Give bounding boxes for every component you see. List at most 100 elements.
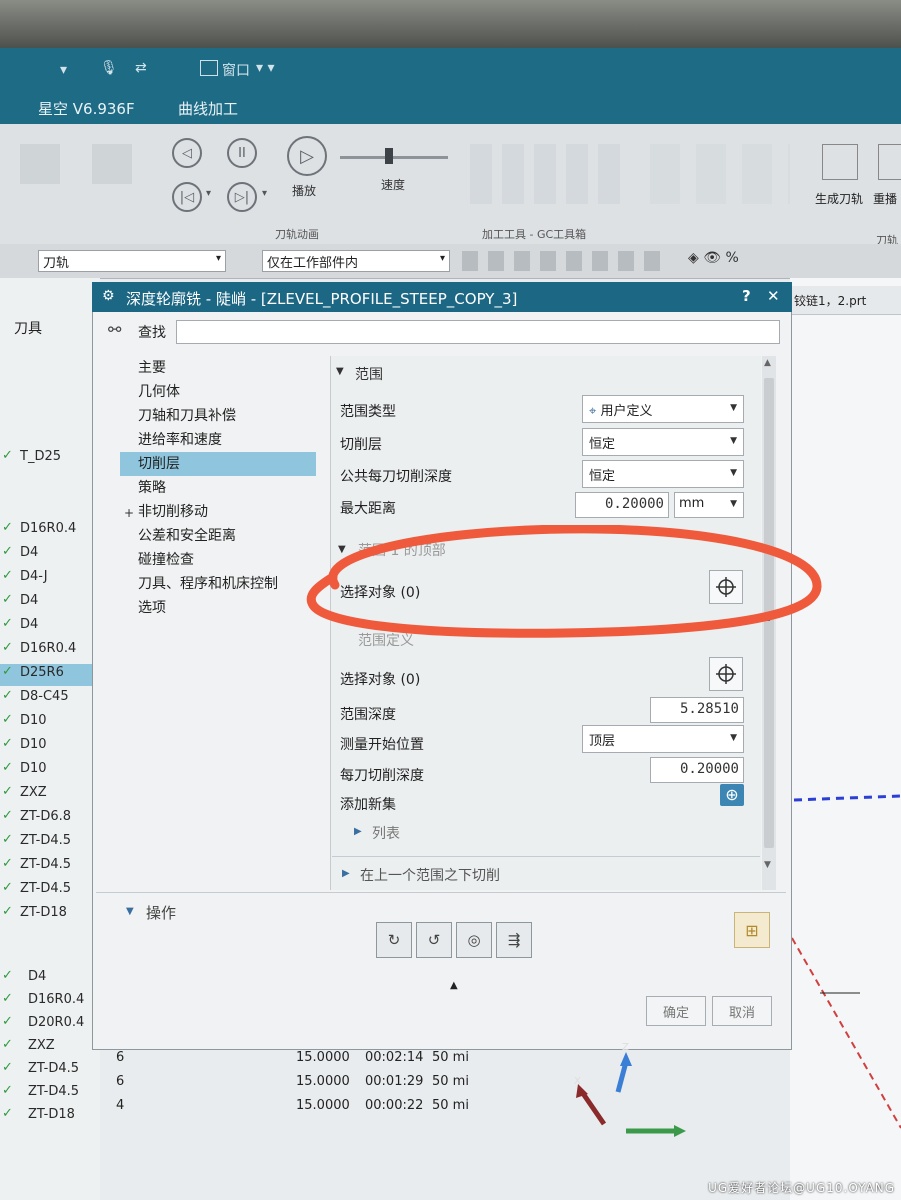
close-icon[interactable]: ✕ xyxy=(767,287,780,305)
dropdown-arrow-icon[interactable]: ▾ xyxy=(206,188,211,199)
tool-list-item[interactable]: ✓ ZT-D18 xyxy=(0,1106,100,1128)
mic-icon[interactable]: 🎙 xyxy=(100,60,118,76)
menu-arrow-icon[interactable]: ▾ xyxy=(60,62,67,78)
unit-select[interactable]: mm ▼ xyxy=(674,492,744,518)
tree-item[interactable]: 几何体 xyxy=(120,380,316,404)
tool-column-header[interactable]: 刀具 xyxy=(14,318,42,338)
tool-list-item[interactable]: ✓ D4-J xyxy=(0,568,100,590)
tool-list-item[interactable]: ✓ D10 xyxy=(0,760,100,782)
tab-curve-machining[interactable]: 曲线加工 xyxy=(178,98,238,119)
cut-levels-select[interactable]: 恒定 ▼ xyxy=(582,428,744,456)
tool-list-item[interactable]: ✓ D10 xyxy=(0,736,100,758)
generate-toolpath-icon[interactable] xyxy=(822,144,858,180)
play-icon[interactable]: ▷ xyxy=(287,136,327,176)
dialog-title-bar[interactable]: ⚙ 深度轮廓铣 - 陡峭 - [ZLEVEL_PROFILE_STEEP_COP… xyxy=(92,282,792,312)
replay-icon[interactable] xyxy=(878,144,901,180)
range-depth-input[interactable]: 5.28510 xyxy=(650,697,744,723)
expand-icon[interactable]: ▶ xyxy=(354,826,362,837)
section-range[interactable]: 范围 xyxy=(355,364,383,384)
measure-start-select[interactable]: 顶层 ▼ xyxy=(582,725,744,753)
tool-list-item[interactable]: ✓ D10 xyxy=(0,712,100,734)
scroll-down-icon[interactable]: ▼ xyxy=(764,860,771,870)
filter-combo[interactable]: 刀轨 ▾ xyxy=(38,250,226,272)
dropdown-arrow-icon[interactable]: ▾ xyxy=(262,188,267,199)
tool-list-item[interactable]: ✓ D4 xyxy=(0,592,100,614)
help-icon[interactable]: ? xyxy=(742,287,751,305)
tool-list-item[interactable]: ✓ ZT-D4.5 xyxy=(0,1083,100,1105)
speed-slider-track[interactable] xyxy=(340,156,448,159)
expand-icon[interactable]: ▶ xyxy=(342,868,350,879)
tool-list-item[interactable]: ✓ D16R0.4 xyxy=(0,991,100,1013)
tool-list-item[interactable]: ✓ T_D25 xyxy=(0,448,100,470)
add-set-icon[interactable]: ⊕ xyxy=(720,784,744,806)
tool-list-item[interactable]: ✓ ZT-D4.5 xyxy=(0,832,100,854)
dropdown-arrow-icon[interactable]: ▾ ▾ xyxy=(256,60,275,76)
app-title[interactable]: 星空 V6.936F xyxy=(38,98,135,119)
touch-icon[interactable]: ⇄ xyxy=(135,60,147,76)
tree-item[interactable]: 进给率和速度 xyxy=(120,428,316,452)
tool-list-item[interactable]: ✓ D16R0.4 xyxy=(0,520,100,542)
cut-below-previous-range[interactable]: 在上一个范围之下切削 xyxy=(360,865,500,885)
ribbon-tool-icon[interactable] xyxy=(20,144,60,184)
replay-label[interactable]: 重播 xyxy=(873,190,897,207)
cancel-button[interactable]: 取消 xyxy=(712,996,772,1026)
window-menu[interactable]: 窗口 xyxy=(222,60,250,80)
tool-list-item[interactable]: ✓ D4 xyxy=(0,616,100,638)
crosshair-icon[interactable] xyxy=(709,657,743,691)
list-output-icon[interactable]: ⇶ xyxy=(496,922,532,958)
tool-list-item[interactable]: ✓ ZXZ xyxy=(0,1037,100,1059)
collapse-icon[interactable]: ▼ xyxy=(336,366,344,377)
tool-list-item[interactable]: ✓ D20R0.4 xyxy=(0,1014,100,1036)
add-operation-icon[interactable]: ⊞ xyxy=(734,912,770,948)
tree-item[interactable]: 切削层 xyxy=(120,452,316,476)
tree-item[interactable]: 非切削移动 xyxy=(120,500,316,524)
mcs-icon[interactable]: ◈ 👁 % xyxy=(688,250,739,266)
tool-list-item[interactable]: ✓ D16R0.4 xyxy=(0,640,100,662)
table-row[interactable]: 6 15.0000 00:02:14 50 mi xyxy=(110,1050,470,1072)
tool-list-item[interactable]: ✓ D4 xyxy=(0,968,100,990)
range-type-select[interactable]: ⌖ 用户定义 ▼ xyxy=(582,395,744,423)
scope-combo[interactable]: 仅在工作部件内 ▾ xyxy=(262,250,450,272)
table-row[interactable]: 4 15.0000 00:00:22 50 mi xyxy=(110,1098,470,1120)
prev-frame-icon[interactable]: ◁ xyxy=(172,138,202,168)
tree-item[interactable]: 碰撞检查 xyxy=(120,548,316,572)
first-frame-icon[interactable]: |◁ xyxy=(172,182,202,212)
tool-list-item[interactable]: ✓ ZT-D18 xyxy=(0,904,100,926)
collapse-up-icon[interactable]: ▲ xyxy=(450,980,458,991)
tree-item[interactable]: 刀轴和刀具补偿 xyxy=(120,404,316,428)
ok-button[interactable]: 确定 xyxy=(646,996,706,1026)
selection-icons[interactable] xyxy=(462,251,662,271)
common-depth-select[interactable]: 恒定 ▼ xyxy=(582,460,744,488)
operations-label[interactable]: 操作 xyxy=(146,902,176,923)
generate-toolpath-label[interactable]: 生成刀轨 xyxy=(815,190,863,207)
tool-list-item[interactable]: ✓ D8-C45 xyxy=(0,688,100,710)
graphics-area[interactable]: 铰链1，2.prt xyxy=(790,278,901,1200)
list-label[interactable]: 列表 xyxy=(372,823,400,843)
tool-list-item[interactable]: ✓ ZT-D4.5 xyxy=(0,1060,100,1082)
tool-list-item[interactable]: ✓ ZT-D4.5 xyxy=(0,880,100,902)
max-distance-input[interactable]: 0.20000 xyxy=(575,492,669,518)
tree-item[interactable]: 刀具、程序和机床控制 xyxy=(120,572,316,596)
tree-item[interactable]: 公差和安全距离 xyxy=(120,524,316,548)
expand-plus-icon[interactable]: + xyxy=(124,506,134,520)
verify-icon[interactable]: ◎ xyxy=(456,922,492,958)
gc-tools-icons[interactable] xyxy=(470,144,620,204)
collapse-icon[interactable]: ▼ xyxy=(126,906,134,917)
tool-list-item[interactable]: ✓ ZT-D4.5 xyxy=(0,856,100,878)
play-label[interactable]: 播放 xyxy=(292,182,316,199)
tree-item[interactable]: 策略 xyxy=(120,476,316,500)
tree-item[interactable]: 主要 xyxy=(120,356,316,380)
tree-item[interactable]: 选项 xyxy=(120,596,316,620)
tool-list-item[interactable]: ✓ ZT-D6.8 xyxy=(0,808,100,830)
tool-list-item[interactable]: ✓ D25R6 xyxy=(0,664,100,686)
tool-list-item[interactable]: ✓ D4 xyxy=(0,544,100,566)
scroll-up-icon[interactable]: ▲ xyxy=(764,358,771,368)
tool-list-item[interactable]: ✓ ZXZ xyxy=(0,784,100,806)
replay-icon[interactable]: ↺ xyxy=(416,922,452,958)
last-frame-icon[interactable]: ▷| xyxy=(227,182,257,212)
ribbon-tool-icon-2[interactable] xyxy=(92,144,132,184)
per-cut-depth-input[interactable]: 0.20000 xyxy=(650,757,744,783)
speed-slider-handle[interactable] xyxy=(385,148,393,164)
table-row[interactable]: 6 15.0000 00:01:29 50 mi xyxy=(110,1074,470,1096)
generate-icon[interactable]: ↻ xyxy=(376,922,412,958)
